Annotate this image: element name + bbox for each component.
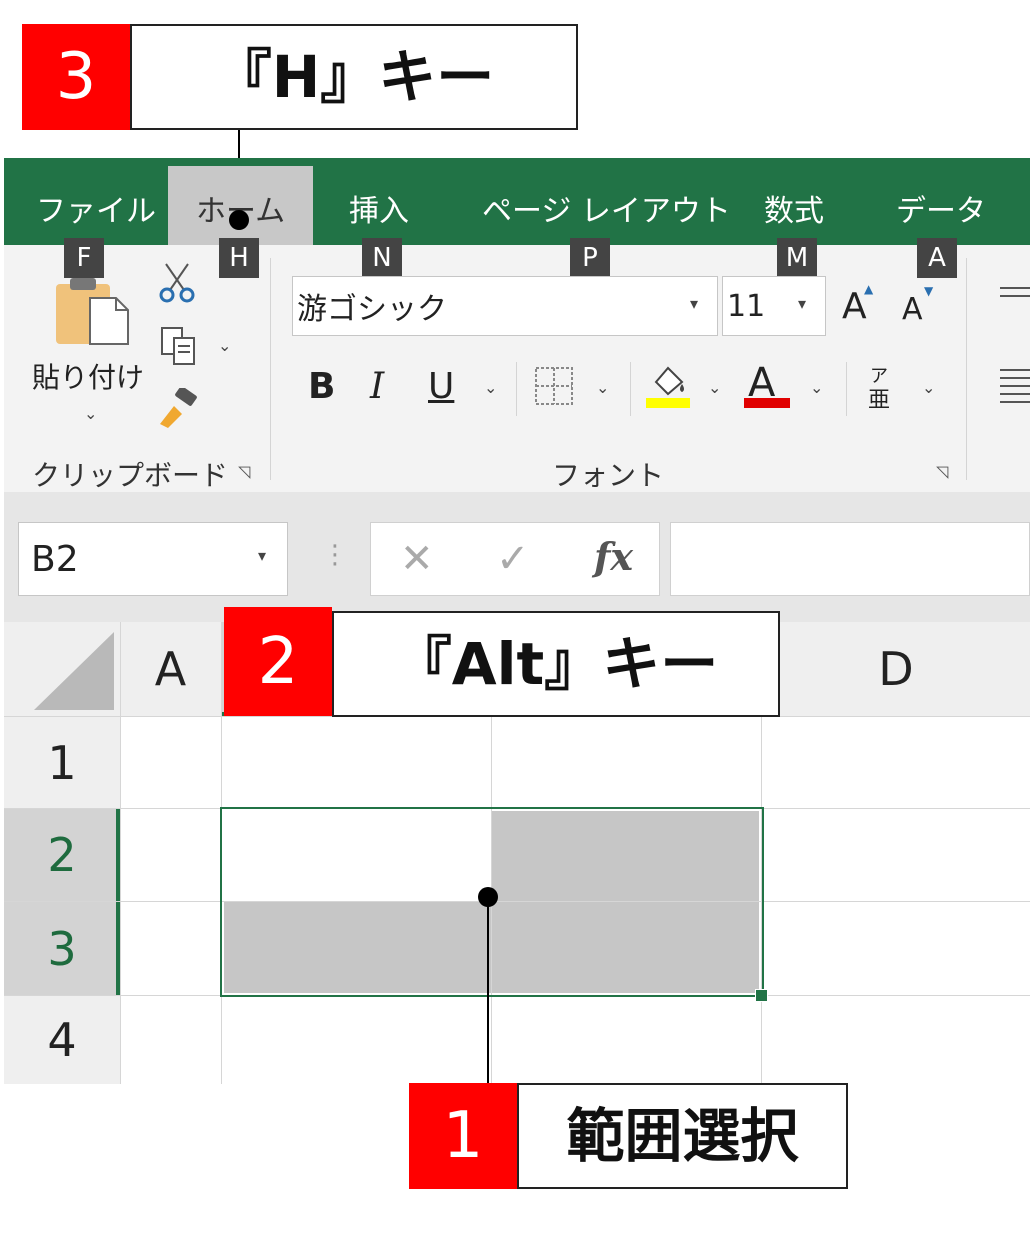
font-size-dropdown-icon[interactable]: ▾	[798, 294, 806, 313]
gridline	[120, 622, 121, 1084]
keytip-insert: N	[362, 238, 402, 278]
border-dropdown-icon[interactable]: ⌄	[596, 378, 609, 397]
paste-button[interactable]: 貼り付け	[32, 356, 144, 396]
enter-icon[interactable]: ✓	[496, 536, 530, 582]
clipboard-group-label: クリップボード	[32, 459, 229, 492]
font-group-label: フォント	[552, 459, 665, 492]
shrink-arrow-icon: ▼	[924, 284, 934, 298]
step1-leader-line	[487, 897, 489, 1083]
paste-dropdown-icon[interactable]: ⌄	[84, 404, 97, 423]
name-box-dropdown-icon[interactable]: ▾	[258, 546, 266, 565]
name-box[interactable]: B2	[18, 522, 288, 596]
formula-input[interactable]	[670, 522, 1030, 596]
phonetic-dropdown-icon[interactable]: ⌄	[922, 378, 935, 397]
row-header-4[interactable]: 4	[4, 996, 120, 1084]
fill-color-icon[interactable]	[646, 362, 690, 408]
font-name-dropdown-icon[interactable]: ▾	[690, 294, 698, 313]
button-separator	[516, 362, 517, 416]
bold-button[interactable]: B	[308, 366, 335, 407]
keytip-formulas: M	[777, 238, 817, 278]
select-all-corner[interactable]	[4, 622, 120, 716]
keytip-home: H	[219, 238, 259, 278]
group-separator	[270, 258, 271, 480]
row-header-3[interactable]: 3	[4, 902, 120, 995]
paste-icon[interactable]	[52, 276, 132, 346]
keytip-page-layout: P	[570, 238, 610, 278]
grow-arrow-icon: ▲	[864, 282, 874, 296]
formula-bar-grip-icon[interactable]: ⋮	[322, 540, 348, 570]
cut-icon[interactable]	[158, 262, 196, 304]
underline-button[interactable]: U	[428, 366, 454, 407]
align-top-icon[interactable]	[1000, 284, 1030, 304]
italic-button[interactable]: I	[370, 366, 384, 407]
font-size-combo[interactable]: 11	[722, 276, 826, 336]
group-separator	[966, 258, 967, 480]
step1-label: 範囲選択	[517, 1083, 848, 1189]
tab-data[interactable]: データ	[896, 186, 986, 230]
tab-page-layout[interactable]: ページ レイアウト	[482, 186, 731, 230]
font-name-combo[interactable]: 游ゴシック	[292, 276, 718, 336]
copy-icon[interactable]	[160, 326, 198, 366]
keytip-file: F	[64, 238, 104, 278]
step2-label: 『Alt』キー	[332, 611, 780, 717]
step3-label: 『H』キー	[130, 24, 578, 130]
fill-handle[interactable]	[755, 989, 768, 1002]
tab-insert[interactable]: 挿入	[349, 186, 409, 230]
shrink-font-icon[interactable]: A	[902, 292, 923, 327]
underline-dropdown-icon[interactable]: ⌄	[484, 378, 497, 397]
insert-function-icon[interactable]: fx	[594, 534, 633, 579]
font-name-value: 游ゴシック	[297, 292, 447, 327]
step1-number: 1	[409, 1083, 517, 1189]
copy-dropdown-icon[interactable]: ⌄	[218, 336, 231, 355]
step3-leader-dot	[229, 210, 249, 230]
row-header-2[interactable]: 2	[4, 809, 120, 901]
border-icon[interactable]	[534, 366, 574, 406]
tab-formulas[interactable]: 数式	[764, 186, 824, 230]
font-size-value: 11	[727, 288, 766, 324]
keytip-data: A	[917, 238, 957, 278]
font-color-swatch	[744, 398, 790, 408]
align-left-icon[interactable]	[1000, 366, 1030, 406]
button-separator	[630, 362, 631, 416]
row-header-1[interactable]: 1	[4, 717, 120, 808]
fill-color-dropdown-icon[interactable]: ⌄	[708, 378, 721, 397]
format-painter-icon[interactable]	[156, 386, 200, 428]
button-separator	[846, 362, 847, 416]
step3-number: 3	[22, 24, 130, 130]
clipboard-launcher-icon[interactable]: ◹	[238, 462, 250, 481]
cancel-icon[interactable]: ✕	[400, 536, 434, 582]
grow-font-icon[interactable]: A	[842, 286, 867, 327]
column-header-d[interactable]: D	[762, 622, 1030, 716]
font-launcher-icon[interactable]: ◹	[936, 462, 948, 481]
font-color-dropdown-icon[interactable]: ⌄	[810, 378, 823, 397]
tab-file[interactable]: ファイル	[36, 186, 156, 230]
name-box-value: B2	[31, 538, 79, 580]
column-header-a[interactable]: A	[120, 622, 221, 716]
step2-number: 2	[224, 607, 332, 716]
phonetic-icon-bottom[interactable]: 亜	[868, 382, 890, 414]
